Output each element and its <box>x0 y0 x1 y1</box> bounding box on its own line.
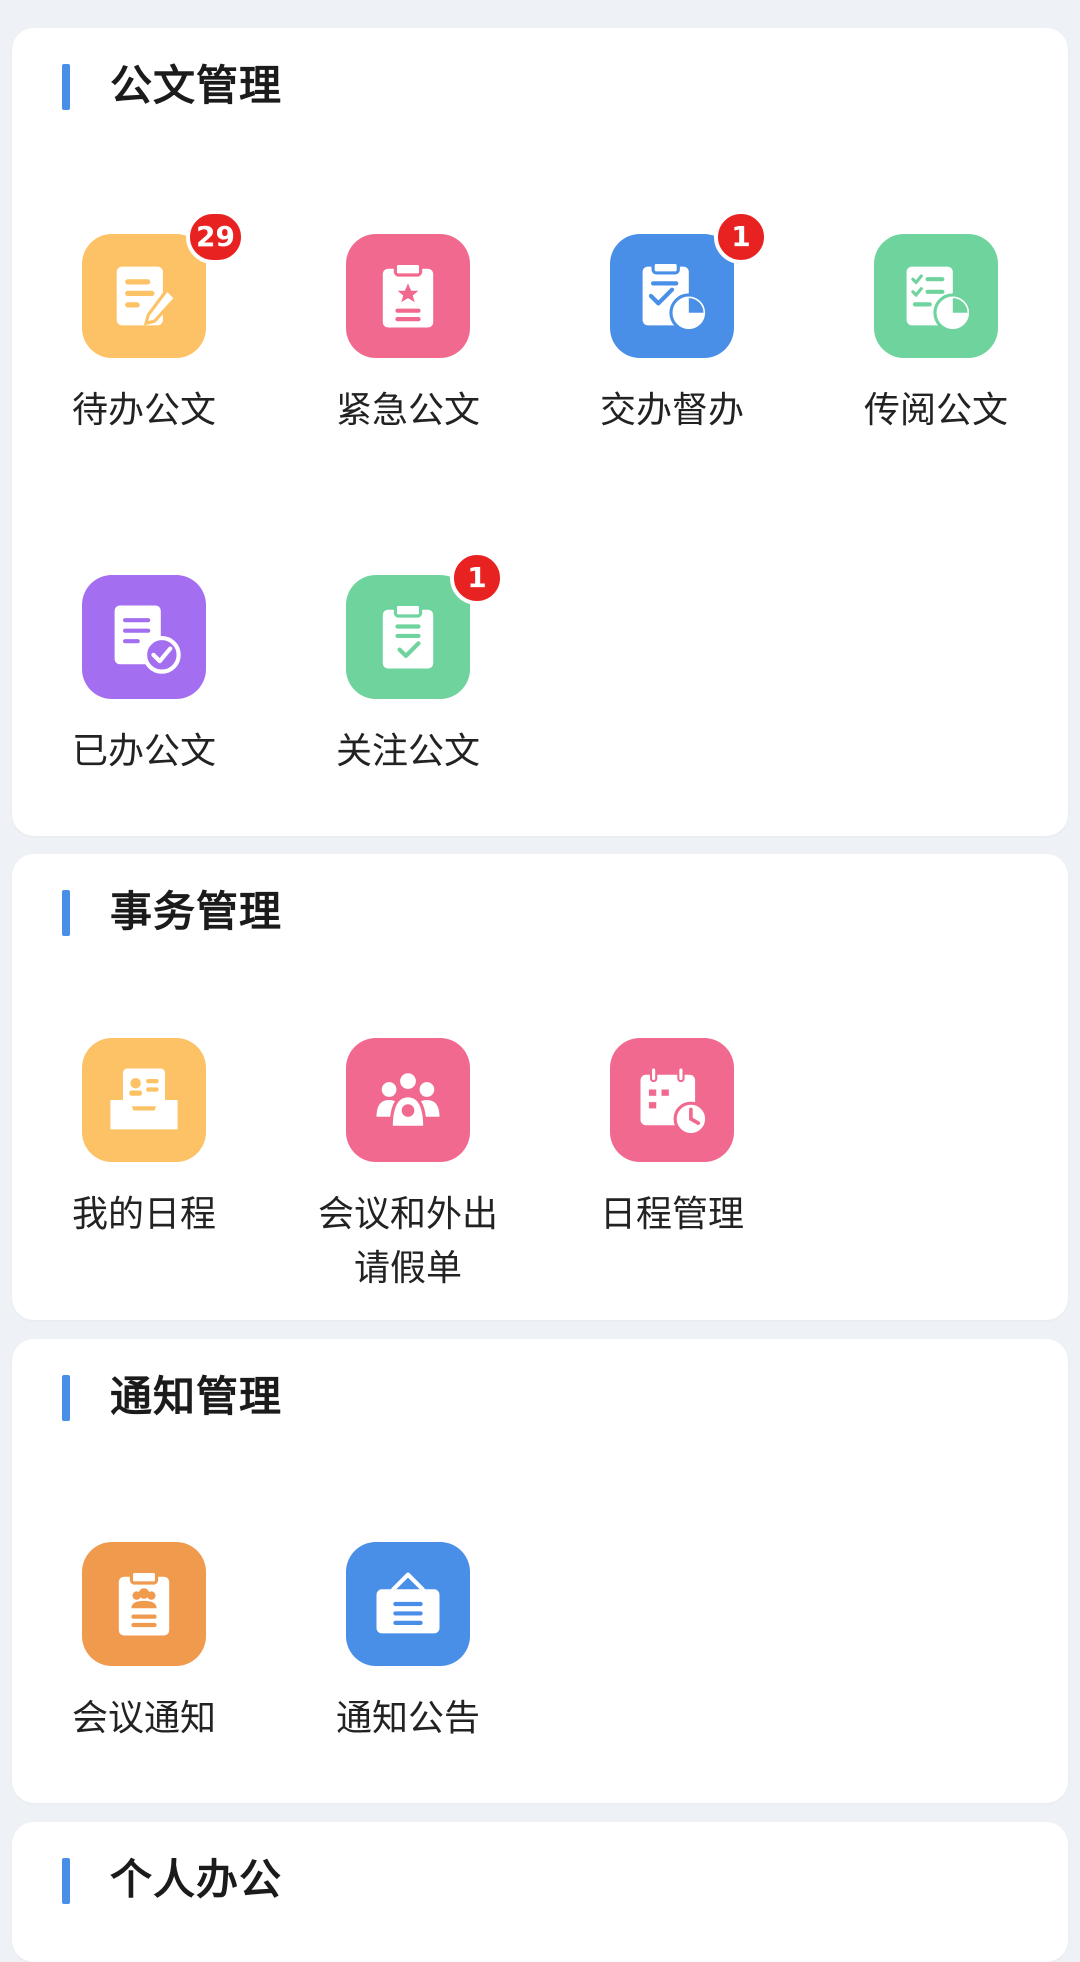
section-header: 个人办公 <box>12 1822 1068 1932</box>
group-meeting-icon <box>346 1038 470 1162</box>
section-title: 事务管理 <box>110 887 283 936</box>
document-edit-icon <box>82 234 206 358</box>
document-check-icon <box>82 575 206 699</box>
clipboard-chart-icon <box>610 234 734 358</box>
tile-label: 关注公文 <box>335 731 480 772</box>
section-accent-bar <box>62 1858 70 1904</box>
tile-label: 交办督办 <box>599 390 744 431</box>
section-accent-bar <box>62 64 70 110</box>
tile-my-schedule[interactable]: 我的日程 <box>12 1038 276 1298</box>
section-title: 公文管理 <box>110 61 283 110</box>
tile-completed-documents[interactable]: 已办公文 <box>12 575 276 835</box>
section-accent-bar <box>62 1375 70 1421</box>
supervision-count-badge: 1 <box>714 210 768 264</box>
tile-label: 已办公文 <box>71 731 216 772</box>
tile-label: 待办公文 <box>71 390 216 431</box>
tile-followed-documents[interactable]: 1 关注公文 <box>276 551 540 835</box>
section-header: 公文管理 <box>12 28 1068 138</box>
notice-board-icon <box>346 1542 470 1666</box>
tile-label: 通知公告 <box>335 1698 480 1739</box>
tile-urgent-documents[interactable]: 紧急公文 <box>276 234 540 494</box>
tile-schedule-management[interactable]: 日程管理 <box>540 1038 804 1298</box>
section-accent-bar <box>62 890 70 936</box>
tile-label: 日程管理 <box>599 1194 744 1235</box>
tile-label: 我的日程 <box>71 1194 216 1235</box>
tile-meeting-notice[interactable]: 会议通知 <box>12 1542 276 1802</box>
tile-meeting-leave-form[interactable]: 会议和外出 请假单 <box>276 1038 540 1298</box>
tile-label: 传阅公文 <box>863 390 1008 431</box>
clipboard-star-icon <box>346 234 470 358</box>
clipboard-check-icon <box>346 575 470 699</box>
section-document-management: 公文管理 29 待办公文 紧急公文 1 交办督办 传阅公文 已办公文 1 关注公… <box>12 28 1068 836</box>
followed-count-badge: 1 <box>450 551 504 605</box>
section-affairs-management: 事务管理 我的日程 会议和外出 请假单 日程管理 <box>12 854 1068 1320</box>
tile-label: 紧急公文 <box>335 390 480 431</box>
tile-announcements[interactable]: 通知公告 <box>276 1542 540 1802</box>
calendar-clock-icon <box>610 1038 734 1162</box>
list-chart-icon <box>874 234 998 358</box>
section-personal-office: 个人办公 <box>12 1822 1068 1962</box>
inbox-card-icon <box>82 1038 206 1162</box>
clipboard-people-icon <box>82 1542 206 1666</box>
section-title: 通知管理 <box>110 1372 283 1421</box>
tile-circulated-documents[interactable]: 传阅公文 <box>804 234 1068 494</box>
tile-pending-documents[interactable]: 29 待办公文 <box>12 210 276 494</box>
section-header: 事务管理 <box>12 854 1068 964</box>
tile-assigned-supervision[interactable]: 1 交办督办 <box>540 210 804 494</box>
pending-count-badge: 29 <box>186 210 245 264</box>
tile-label: 会议通知 <box>71 1698 216 1739</box>
tile-label: 会议和外出 请假单 <box>317 1194 498 1289</box>
section-notice-management: 通知管理 会议通知 通知公告 <box>12 1339 1068 1803</box>
section-header: 通知管理 <box>12 1339 1068 1449</box>
section-title: 个人办公 <box>110 1855 283 1904</box>
